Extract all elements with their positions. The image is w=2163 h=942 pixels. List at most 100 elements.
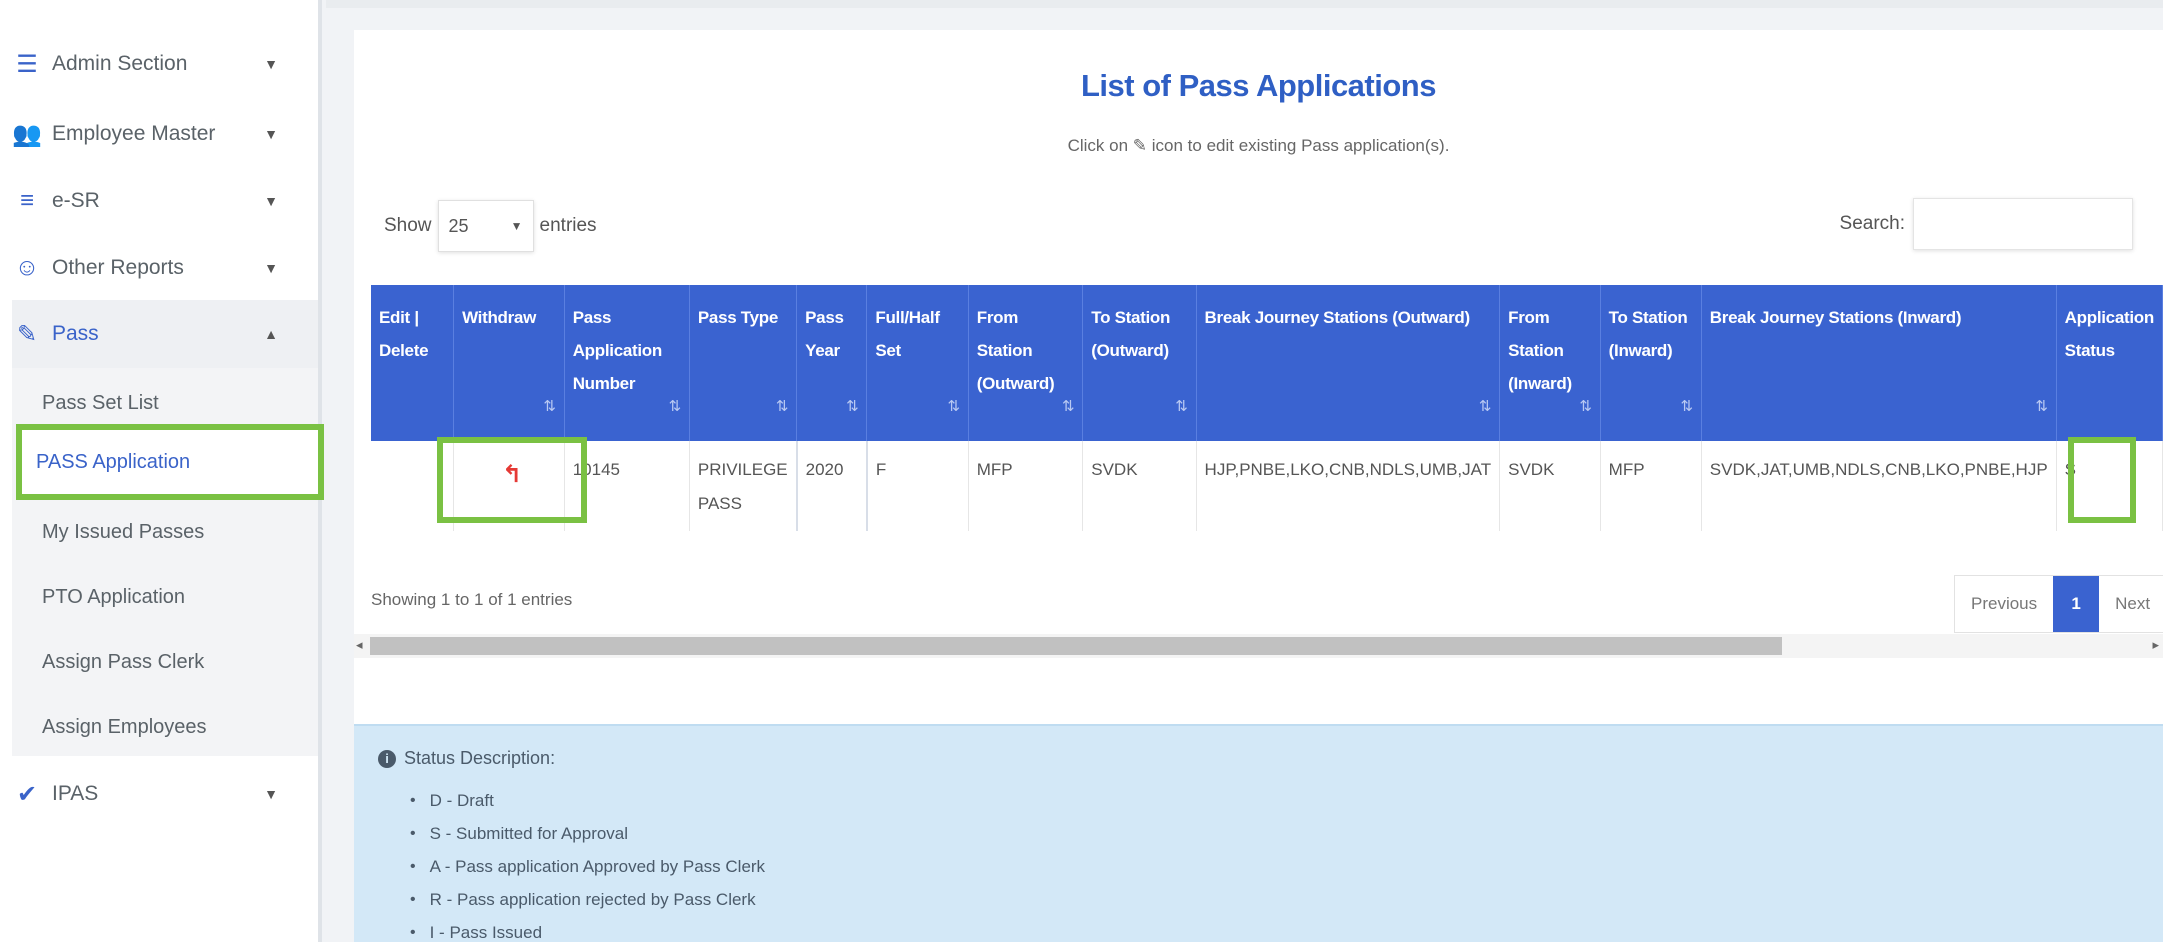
submenu-item-pass-set-list[interactable]: Pass Set List bbox=[42, 383, 159, 423]
cell-break-outward: HJP,PNBE,LKO,CNB,NDLS,UMB,JAT bbox=[1196, 441, 1501, 531]
scroll-left-icon[interactable]: ◂ bbox=[356, 637, 363, 653]
sort-icon: ⇅ bbox=[775, 398, 789, 415]
sort-icon: ⇅ bbox=[543, 398, 556, 415]
table-info: Showing 1 to 1 of 1 entries bbox=[371, 590, 573, 609]
cell-to-inward: MFP bbox=[1600, 441, 1702, 531]
chevron-down-icon: ▼ bbox=[264, 260, 278, 276]
sort-icon: ⇅ bbox=[1478, 398, 1492, 415]
cell-from-outward: MFP bbox=[968, 441, 1084, 531]
horizontal-scrollbar[interactable]: ◂ ▸ bbox=[354, 634, 2163, 658]
header-pass-application-number[interactable]: Pass Application Number ⇅ bbox=[564, 285, 690, 441]
list-icon: ≡ bbox=[19, 187, 34, 214]
sidebar-item-label: Admin Section bbox=[52, 52, 188, 75]
list-item: R - Pass application rejected by Pass Cl… bbox=[410, 883, 765, 916]
status-title-text: Status Description: bbox=[404, 748, 556, 768]
cell-full-half: F bbox=[866, 441, 969, 531]
pagination: Previous 1 Next bbox=[1954, 575, 2163, 633]
list-item: I - Pass Issued bbox=[410, 916, 765, 942]
sidebar-item-label: Other Reports bbox=[52, 256, 184, 279]
submenu-item-my-issued-passes[interactable]: My Issued Passes bbox=[42, 512, 204, 552]
header-pass-type[interactable]: Pass Type ⇅ bbox=[689, 285, 798, 441]
withdraw-button[interactable]: ↰ bbox=[437, 437, 587, 523]
scroll-right-icon[interactable]: ▸ bbox=[2152, 637, 2159, 653]
header-from-station-inward[interactable]: From Station (Inward) ⇅ bbox=[1499, 285, 1601, 441]
check-circle-icon: ✔ bbox=[16, 780, 38, 808]
chevron-down-icon: ▼ bbox=[264, 786, 278, 802]
sort-icon: ⇅ bbox=[1680, 398, 1694, 415]
sort-icon: ⇅ bbox=[846, 398, 859, 415]
subtitle-text-post: icon to edit existing Pass application(s… bbox=[1151, 136, 1450, 155]
header-to-station-inward[interactable]: To Station (Inward) ⇅ bbox=[1600, 285, 1702, 441]
cell-from-inward: SVDK bbox=[1499, 441, 1601, 531]
status-list: D - Draft S - Submitted for Approval A -… bbox=[410, 784, 765, 942]
table-row: 10145 PRIVILEGE PASS 2020 F MFP SVDK HJP… bbox=[371, 441, 2163, 531]
header-from-station-outward[interactable]: From Station (Outward) ⇅ bbox=[968, 285, 1084, 441]
user-circle-icon: ☺ bbox=[14, 254, 40, 281]
menu-icon: ☰ bbox=[16, 50, 38, 78]
page-subtitle: Click on ✎ icon to edit existing Pass ap… bbox=[354, 136, 2163, 156]
sort-icon: ⇅ bbox=[1579, 398, 1592, 415]
entries-select-value: 25 bbox=[448, 215, 469, 236]
header-to-station-outward[interactable]: To Station (Outward) ⇅ bbox=[1082, 285, 1197, 441]
submenu-item-pto-application[interactable]: PTO Application bbox=[42, 577, 185, 617]
sidebar-item-label: Employee Master bbox=[52, 122, 216, 145]
users-icon: 👥 bbox=[12, 120, 42, 148]
next-button[interactable]: Next bbox=[2099, 576, 2163, 632]
header-withdraw[interactable]: Withdraw ⇅ bbox=[453, 285, 565, 441]
chevron-down-icon: ▼ bbox=[264, 126, 278, 142]
applications-table: Edit | Delete Withdraw ⇅ Pass Application… bbox=[371, 285, 2163, 531]
chevron-up-icon: ▲ bbox=[264, 326, 278, 342]
edit-icon: ✎ bbox=[1132, 136, 1148, 155]
scroll-thumb[interactable] bbox=[370, 637, 1782, 655]
cell-pass-year: 2020 bbox=[796, 441, 868, 531]
header-application-status[interactable]: Application Status bbox=[2056, 285, 2163, 441]
sidebar-item-other-reports[interactable]: ☺ Other Reports ▼ bbox=[12, 240, 318, 296]
previous-button[interactable]: Previous bbox=[1955, 576, 2054, 632]
header-pass-year[interactable]: Pass Year ⇅ bbox=[796, 285, 868, 441]
sidebar-item-label: IPAS bbox=[52, 782, 99, 805]
list-item: A - Pass application Approved by Pass Cl… bbox=[410, 850, 765, 883]
chevron-down-icon: ▼ bbox=[510, 219, 523, 233]
sidebar-item-employee-master[interactable]: 👥 Employee Master ▼ bbox=[12, 106, 318, 162]
list-item: D - Draft bbox=[410, 784, 765, 817]
undo-icon: ↰ bbox=[501, 460, 523, 488]
submenu-item-pass-application[interactable]: PASS Application bbox=[16, 424, 324, 500]
entries-label: entries bbox=[539, 215, 597, 236]
header-edit-delete[interactable]: Edit | Delete bbox=[371, 285, 455, 441]
status-description-title: i Status Description: bbox=[378, 748, 555, 769]
subtitle-text-pre: Click on bbox=[1067, 136, 1129, 155]
search-input[interactable] bbox=[1913, 198, 2133, 250]
status-description-box: i Status Description: D - Draft S - Subm… bbox=[354, 724, 2163, 942]
sidebar-item-ipas[interactable]: ✔ IPAS ▼ bbox=[12, 766, 318, 822]
page-1-button[interactable]: 1 bbox=[2053, 576, 2100, 632]
submenu-item-assign-employees[interactable]: Assign Employees bbox=[42, 707, 207, 747]
info-icon: i bbox=[378, 749, 396, 768]
header-break-journey-outward[interactable]: Break Journey Stations (Outward) ⇅ bbox=[1196, 285, 1501, 441]
header-full-half-set[interactable]: Full/Half Set ⇅ bbox=[866, 285, 969, 441]
ticket-icon: ✎ bbox=[16, 320, 38, 348]
cell-to-outward: SVDK bbox=[1082, 441, 1197, 531]
entries-select[interactable]: 25 ▼ bbox=[437, 200, 534, 252]
sort-icon: ⇅ bbox=[1061, 398, 1075, 415]
entries-length-control: Show 25 ▼ entries bbox=[384, 200, 597, 252]
chevron-down-icon: ▼ bbox=[264, 56, 278, 72]
list-item: S - Submitted for Approval bbox=[410, 817, 765, 850]
cell-break-inward: SVDK,JAT,UMB,NDLS,CNB,LKO,PNBE,HJP bbox=[1701, 441, 2057, 531]
submenu-item-assign-pass-clerk[interactable]: Assign Pass Clerk bbox=[42, 642, 204, 682]
search-control: Search: bbox=[1840, 198, 2133, 250]
sidebar-item-esr[interactable]: ≡ e-SR ▼ bbox=[12, 173, 318, 229]
cell-pass-type: PRIVILEGE PASS bbox=[689, 441, 798, 531]
table-header-row: Edit | Delete Withdraw ⇅ Pass Application… bbox=[371, 285, 2163, 441]
sidebar: ☰ Admin Section ▼ 👥 Employee Master ▼ ≡ … bbox=[0, 0, 324, 942]
sort-icon: ⇅ bbox=[668, 398, 682, 415]
page-title: List of Pass Applications bbox=[1081, 68, 1436, 103]
status-highlight bbox=[2068, 437, 2136, 523]
show-label: Show bbox=[384, 215, 432, 236]
header-break-journey-inward[interactable]: Break Journey Stations (Inward) ⇅ bbox=[1701, 285, 2057, 441]
sidebar-item-pass[interactable]: ✎ Pass ▲ bbox=[12, 300, 318, 368]
table-container: Edit | Delete Withdraw ⇅ Pass Application… bbox=[371, 285, 2163, 555]
sidebar-item-admin-section[interactable]: ☰ Admin Section ▼ bbox=[12, 36, 318, 92]
pass-submenu: Pass Set List PASS Application My Issued… bbox=[12, 368, 324, 756]
chevron-down-icon: ▼ bbox=[264, 193, 278, 209]
top-bar bbox=[326, 0, 2163, 8]
